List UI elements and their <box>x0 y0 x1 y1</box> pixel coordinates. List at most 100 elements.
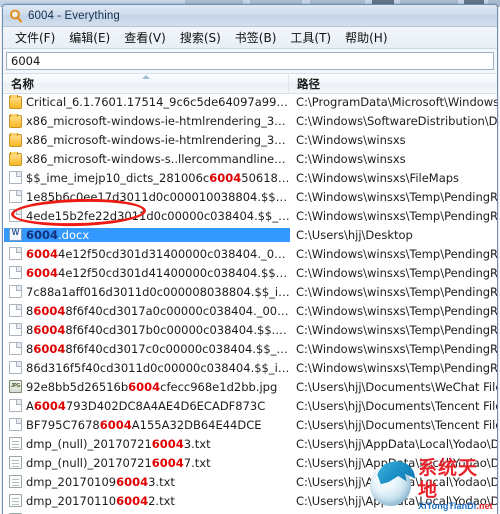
cell-name: 860048f6f40cd3017b0c00000c038404.$$.cdf-… <box>4 323 290 337</box>
file-path: C:\Users\hjj\AppData\Local\Yodao\Des <box>296 436 497 451</box>
results-list[interactable]: Critical_6.1.7601.17514_9c6c5de64097a991… <box>4 92 497 514</box>
menu-view[interactable]: 查看(V) <box>117 27 173 48</box>
cell-path: C:\Users\hjj\AppData\Local\Yodao\Des <box>290 454 497 472</box>
folder-icon <box>9 113 22 128</box>
folder-icon <box>9 151 22 166</box>
sort-ascending-icon <box>141 75 150 79</box>
cell-path: C:\Windows\winsxs\Temp\PendingRena <box>290 321 497 339</box>
menu-search[interactable]: 搜索(S) <box>173 27 228 48</box>
file-icon <box>9 247 22 260</box>
cell-name: dmp_2017010960043.txt <box>4 475 290 489</box>
menu-file[interactable]: 文件(F) <box>8 27 62 48</box>
menu-bookmark[interactable]: 书签(B) <box>228 27 284 48</box>
cell-path: C:\Windows\winsxs\Temp\PendingRena <box>290 188 497 206</box>
title-bar: 6004 - Everything <box>3 5 497 27</box>
file-name: 86d316f5f40cd3011d0c00000c038404.$$_ime_… <box>26 360 290 375</box>
table-row[interactable]: A6004793D402DC8A4AE4D6ECADF873C C:\Users\… <box>4 396 497 415</box>
file-name: 860048f6f40cd3017c0c00000c038404.$$_diag… <box>26 341 290 356</box>
cell-path: C:\Windows\winsxs <box>290 150 497 168</box>
table-row[interactable]: x86_microsoft-windows-ie-htmlrendering_3… <box>4 111 497 130</box>
file-name: x86_microsoft-windows-s..llercommandline… <box>26 151 290 166</box>
file-icon <box>9 190 22 203</box>
table-row[interactable]: dmp_(null)_2017072160043.txt C:\Users\hjj… <box>4 434 497 453</box>
file-path: C:\Windows\winsxs <box>296 132 406 147</box>
file-name: 60044e12f50cd301d31400000c038404._000000… <box>26 246 290 261</box>
cell-name: 86d316f5f40cd3011d0c00000c038404.$$_ime_… <box>4 361 290 375</box>
cell-path: C:\Users\hjj\AppData\Local\Yodao\Des <box>290 435 497 453</box>
file-name: dmp_2017010960043.txt <box>26 474 175 489</box>
table-row[interactable]: 60044e12f50cd301d31400000c038404._000000… <box>4 244 497 263</box>
file-name: A6004793D402DC8A4AE4D6ECADF873C <box>26 398 266 413</box>
table-row[interactable]: 92e8bb5d26516b6004cfecc968e1d2bb.jpg C:\U… <box>4 377 497 396</box>
table-row[interactable]: x86_microsoft-windows-s..llercommandline… <box>4 149 497 168</box>
file-icon <box>9 342 22 355</box>
txt-icon <box>9 456 22 469</box>
file-icon <box>9 171 22 184</box>
file-icon <box>9 399 22 412</box>
file-path: C:\Windows\winsxs\Temp\PendingRena <box>296 341 497 356</box>
table-row[interactable]: 1e85b6c0ee17d3011d0c000010038804.$$_ime_… <box>4 187 497 206</box>
file-name: 7c88a1aff016d3011d0c000008038804.$$_ime_… <box>26 284 290 299</box>
table-row[interactable]: 860048f6f40cd3017b0c00000c038404.$$.cdf-… <box>4 320 497 339</box>
table-row[interactable]: dmp_2017011260042.txtC:\Users\hjj\AppDat… <box>4 510 497 514</box>
table-row[interactable]: 4ede15b2fe22d3011d0c00000c038404.$$_ime_… <box>4 206 497 225</box>
table-row[interactable]: BF795C76786004A155A32DB64E44DCE C:\Users\… <box>4 415 497 434</box>
file-name: dmp_(null)_2017072160043.txt <box>26 436 211 451</box>
file-path: C:\Users\hjj\Documents\WeChat Files\h <box>296 379 497 394</box>
table-row[interactable]: dmp_(null)_2017072160047.txt C:\Users\hjj… <box>4 453 497 472</box>
file-icon <box>9 266 22 279</box>
file-name: 4ede15b2fe22d3011d0c00000c038404.$$_ime_… <box>26 208 290 223</box>
file-path: C:\ProgramData\Microsoft\Windows\W <box>296 94 497 109</box>
cell-path: C:\Windows\winsxs\Temp\PendingRena <box>290 302 497 320</box>
file-icon <box>9 285 22 298</box>
search-input[interactable]: 6004 <box>6 52 494 70</box>
table-row[interactable]: x86_microsoft-windows-ie-htmlrendering_3… <box>4 130 497 149</box>
cell-name: 1e85b6c0ee17d3011d0c000010038804.$$_ime_… <box>4 190 290 204</box>
file-path: C:\Windows\winsxs\Temp\PendingRena <box>296 246 497 261</box>
file-path: C:\Windows\winsxs\Temp\PendingRena <box>296 322 497 337</box>
file-name: 6004.docx <box>26 227 90 242</box>
column-header-name[interactable]: 名称 <box>3 74 289 93</box>
screenshot-root: 6004 - Everything 文件(F) 编辑(E) 查看(V) 搜索(S… <box>0 0 500 514</box>
column-header-name-label: 名称 <box>11 76 34 91</box>
file-path: C:\Windows\winsxs\Temp\PendingRena <box>296 265 497 280</box>
file-name: dmp_2017011060042.txt <box>26 493 175 508</box>
file-path: C:\Users\hjj\Documents\Tencent Files\4 <box>296 398 497 413</box>
cell-name: A6004793D402DC8A4AE4D6ECADF873C <box>4 399 290 413</box>
everything-window: 6004 - Everything 文件(F) 编辑(E) 查看(V) 搜索(S… <box>2 4 498 514</box>
file-icon <box>9 418 22 431</box>
word-doc-icon <box>9 228 22 241</box>
menu-help[interactable]: 帮助(H) <box>338 27 394 48</box>
column-header-path-label: 路径 <box>297 76 320 91</box>
cell-path: C:\Users\hjj\AppData\Local\Yodao\Des <box>290 492 497 510</box>
table-row[interactable]: dmp_2017010960043.txt C:\Users\hjj\AppDat… <box>4 472 497 491</box>
table-row[interactable]: 60044e12f50cd301d41400000c038404.$$.cdf-… <box>4 263 497 282</box>
file-icon <box>9 209 22 222</box>
table-row[interactable]: 860048f6f40cd3017c0c00000c038404.$$_diag… <box>4 339 497 358</box>
file-name: 1e85b6c0ee17d3011d0c000010038804.$$_ime_… <box>26 189 290 204</box>
search-bar: 6004 <box>3 49 497 74</box>
table-row[interactable]: Critical_6.1.7601.17514_9c6c5de64097a991… <box>4 92 497 111</box>
cell-name: 60044e12f50cd301d41400000c038404.$$.cdf-… <box>4 266 290 280</box>
file-name: dmp_(null)_2017072160047.txt <box>26 455 211 470</box>
table-row[interactable]: 860048f6f40cd3017a0c00000c038404._000000… <box>4 301 497 320</box>
file-name: x86_microsoft-windows-ie-htmlrendering_3… <box>26 132 290 147</box>
txt-icon <box>9 475 22 488</box>
table-row[interactable]: 7c88a1aff016d3011d0c000008038804.$$_ime_… <box>4 282 497 301</box>
cell-name: x86_microsoft-windows-ie-htmlrendering_3… <box>4 113 290 128</box>
menu-tools[interactable]: 工具(T) <box>283 27 338 48</box>
menu-edit[interactable]: 编辑(E) <box>62 27 117 48</box>
table-row[interactable]: dmp_2017011060042.txt C:\Users\hjj\AppDat… <box>4 491 497 510</box>
cell-path: C:\Windows\winsxs\Temp\PendingRena <box>290 340 497 358</box>
table-row[interactable]: 86d316f5f40cd3011d0c00000c038404.$$_ime_… <box>4 358 497 377</box>
column-header-row: 名称 路径 <box>3 74 497 94</box>
column-header-path[interactable]: 路径 <box>289 74 497 93</box>
cell-path: C:\ProgramData\Microsoft\Windows\W <box>290 93 497 111</box>
cell-path: C:\Users\hjj\Documents\Tencent Files\4 <box>290 416 497 434</box>
table-row-selected[interactable]: 6004.docx C:\Users\hjj\Desktop <box>4 225 497 244</box>
file-name: Critical_6.1.7601.17514_9c6c5de64097a991… <box>26 94 290 109</box>
cell-name: x86_microsoft-windows-ie-htmlrendering_3… <box>4 132 290 147</box>
table-row[interactable]: $$_ime_imejp10_dicts_281006c600450618.cd… <box>4 168 497 187</box>
jpg-image-icon <box>9 380 22 393</box>
cell-path: C:\Users\hjj\Desktop <box>290 226 497 244</box>
